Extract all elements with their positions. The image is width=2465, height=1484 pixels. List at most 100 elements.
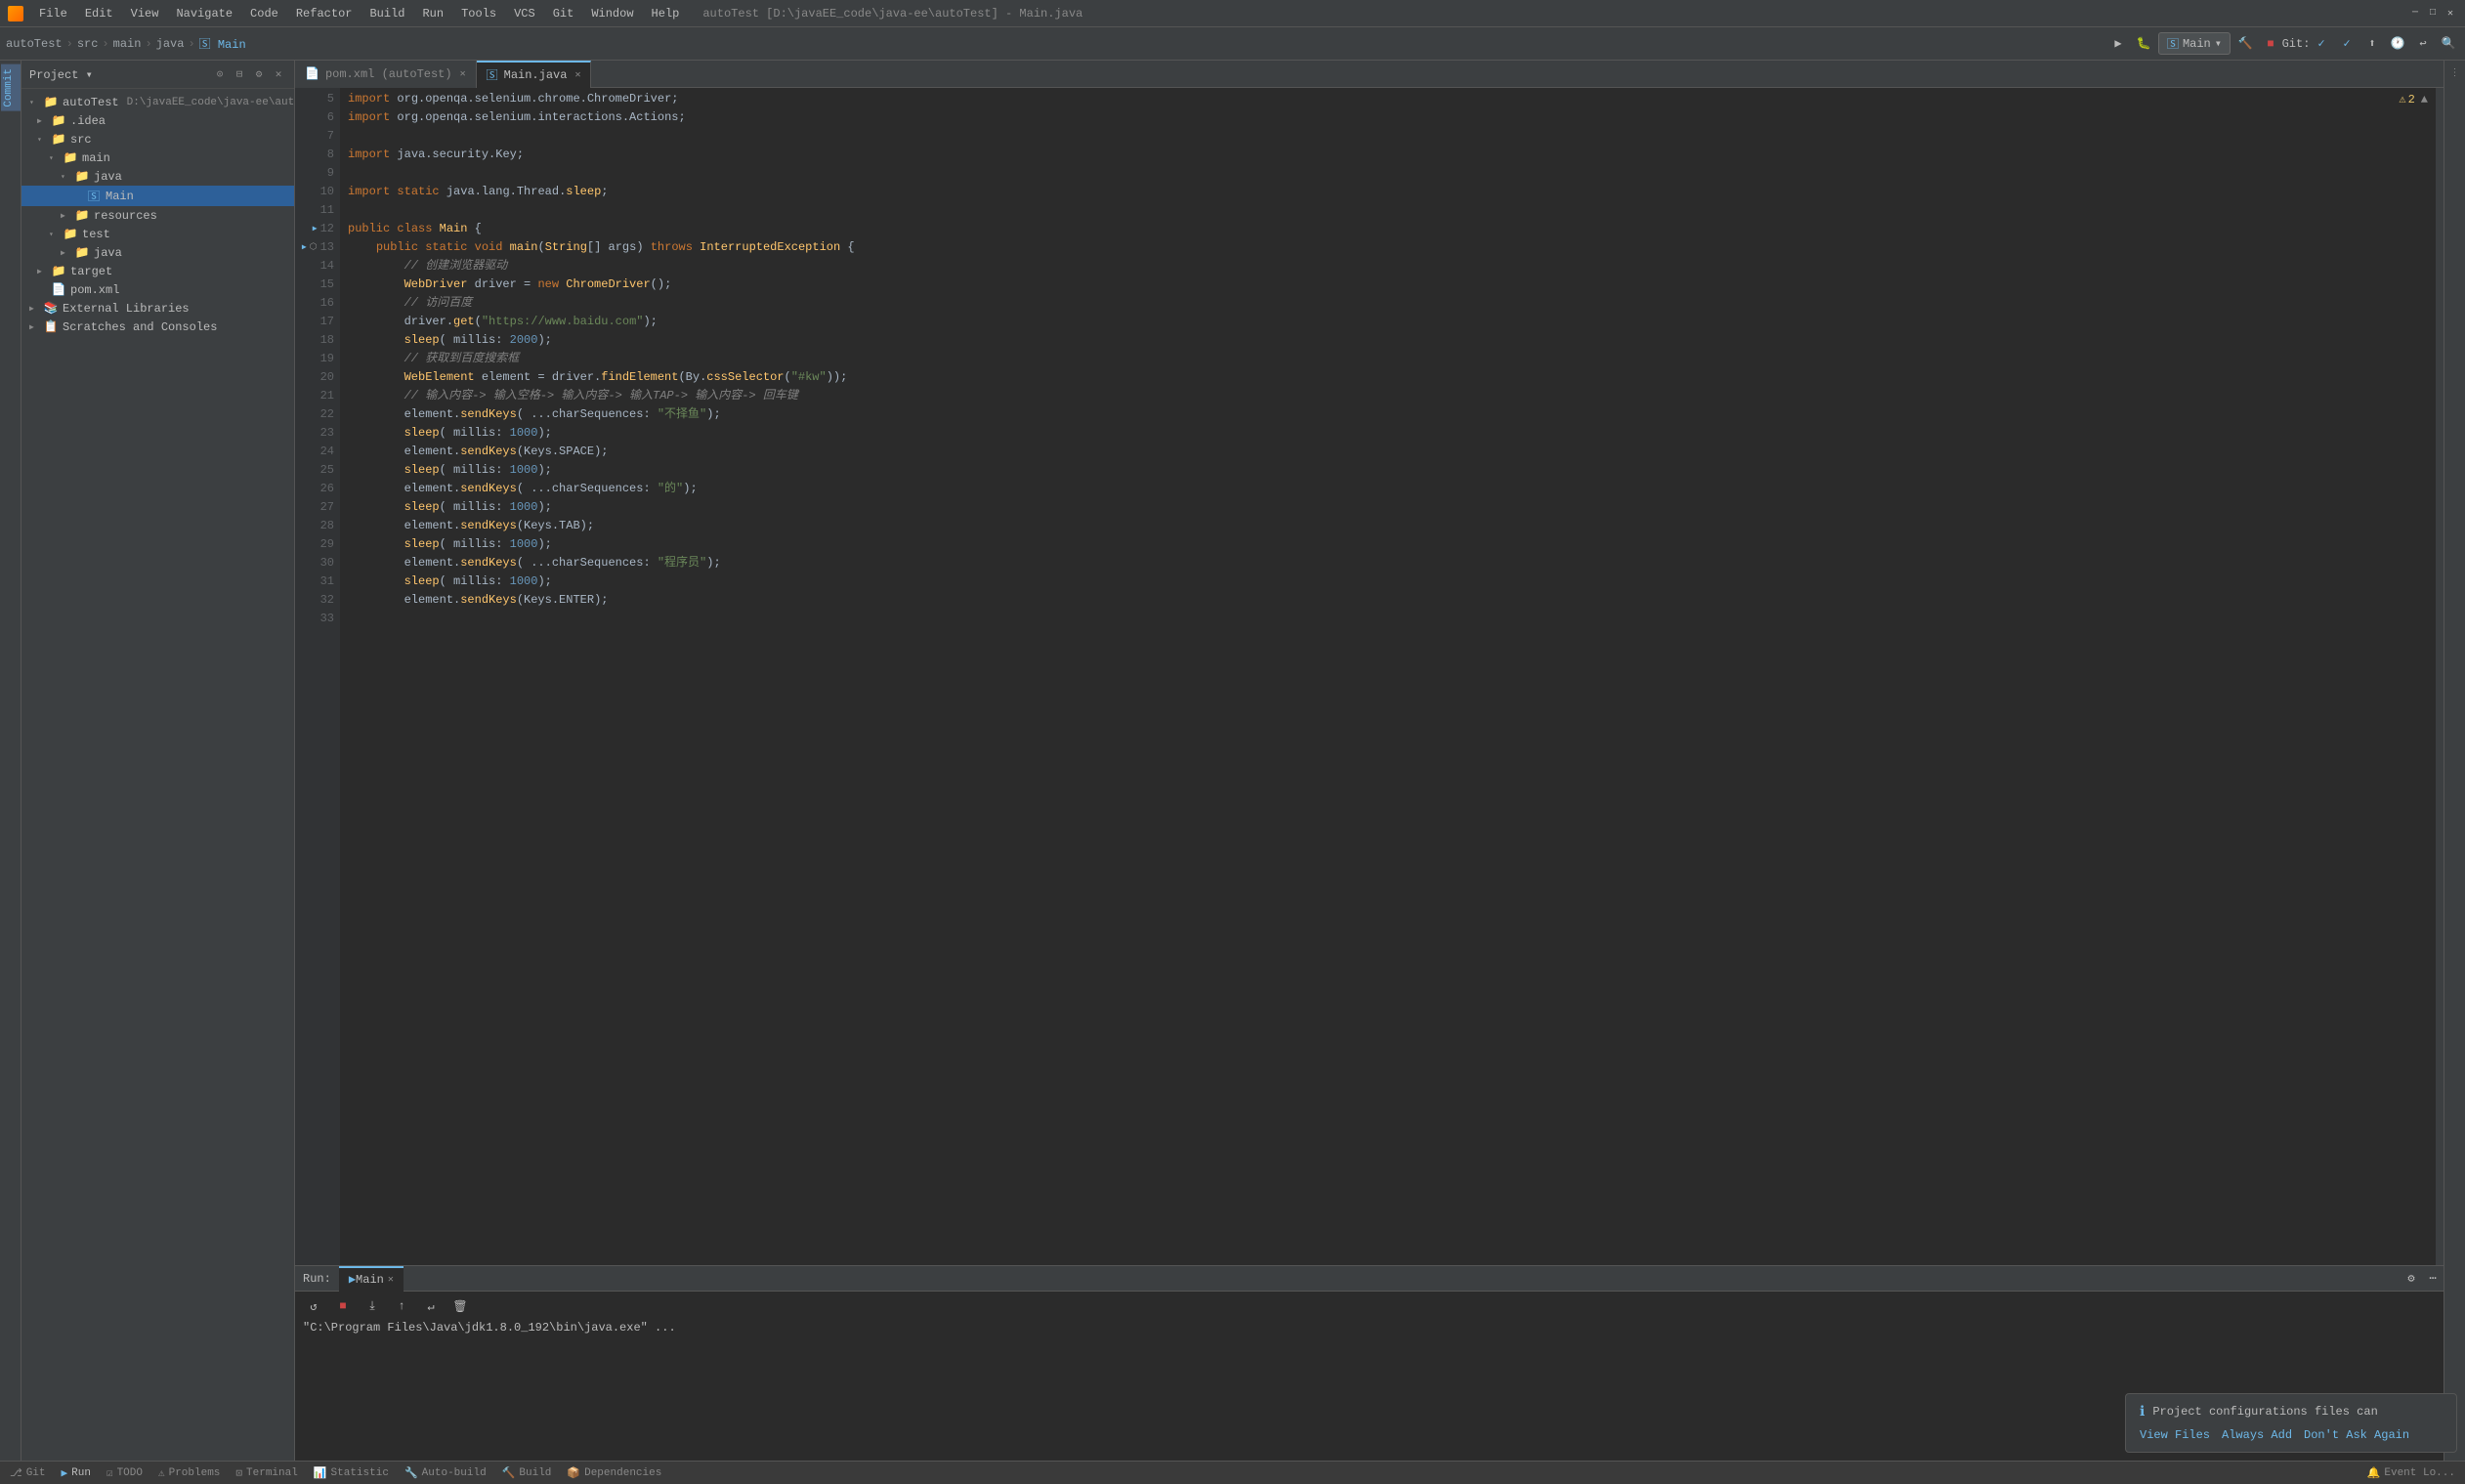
code-content[interactable]: import org.openqa.selenium.chrome.Chrome… [340,88,2436,1265]
right-btn-1[interactable]: ⋮ [2446,64,2464,82]
gutter-20: 20 [301,368,334,387]
notification-always-add[interactable]: Always Add [2222,1428,2292,1442]
git-history-button[interactable]: 🕐 [2387,33,2408,55]
notification-dont-ask[interactable]: Don't Ask Again [2304,1428,2409,1442]
menu-refactor[interactable]: Refactor [288,5,361,22]
code-line-15: WebDriver driver = new ChromeDriver(); [348,276,2428,294]
run-toolbar: ↺ ■ ⤓ ↑ ↵ 🗑 [303,1295,2436,1317]
breadcrumb-java[interactable]: java [156,37,185,51]
breadcrumb-project[interactable]: autoTest [6,37,63,51]
status-terminal[interactable]: ⊡ Terminal [232,1466,301,1480]
debug-button[interactable]: 🐛 [2133,33,2154,55]
git-push-button[interactable]: ⬆ [2361,33,2383,55]
menu-bar[interactable]: File Edit View Navigate Code Refactor Bu… [31,5,687,22]
menu-view[interactable]: View [123,5,167,22]
window-controls[interactable]: ─ □ ✕ [2408,7,2457,21]
run-panel-more[interactable]: ⋯ [2422,1268,2444,1290]
tab-close-mainjava[interactable]: ✕ [574,69,580,81]
code-line-26: element.sendKeys( ...charSequences: "的")… [348,480,2428,498]
breadcrumb-main[interactable]: main [113,37,142,51]
status-git[interactable]: ⎇ Git [6,1466,50,1480]
run-tab-close[interactable]: ✕ [388,1274,394,1286]
gutter-32: 32 [301,591,334,610]
status-dependencies[interactable]: 📦 Dependencies [563,1466,665,1480]
tree-item-mainjava[interactable]: 🅂 Main [21,186,294,206]
status-event-log[interactable]: 🔔 Event Lo... [2363,1466,2459,1480]
breadcrumb: autoTest › src › main › java › 🅂 Main [6,35,246,52]
status-statistic[interactable]: 📊 Statistic [310,1466,393,1480]
tab-mainjava[interactable]: 🅂 Main.java ✕ [477,61,592,88]
run-config-dropdown-icon[interactable]: ▾ [2215,36,2222,51]
menu-code[interactable]: Code [242,5,286,22]
commit-tab[interactable]: Commit [1,64,21,111]
tree-item-src[interactable]: ▾ 📁 src [21,130,294,148]
scroll-up-icon[interactable]: ▲ [2421,93,2428,106]
status-problems[interactable]: ⚠ Problems [154,1466,224,1480]
stop-button[interactable]: ■ [2260,33,2281,55]
close-button[interactable]: ✕ [2444,7,2457,21]
build-button[interactable]: 🔨 [2234,33,2256,55]
run-stop-btn[interactable]: ■ [332,1295,354,1317]
code-line-11 [348,201,2428,220]
warning-count: 2 [2408,93,2415,106]
menu-run[interactable]: Run [414,5,451,22]
run-scroll-up[interactable]: ↑ [391,1295,412,1317]
run-panel-settings[interactable]: ⚙ [2401,1268,2422,1290]
code-line-8: import java.security.Key; [348,146,2428,164]
deps-icon: 📦 [567,1466,580,1480]
menu-git[interactable]: Git [545,5,582,22]
menu-navigate[interactable]: Navigate [168,5,240,22]
code-line-27: sleep( millis: 1000); [348,498,2428,517]
tree-item-idea[interactable]: ▶ 📁 .idea [21,111,294,130]
tree-item-target[interactable]: ▶ 📁 target [21,262,294,280]
editor-scrollbar[interactable] [2436,88,2444,1265]
menu-tools[interactable]: Tools [453,5,504,22]
status-todo[interactable]: ☑ TODO [103,1466,147,1480]
menu-help[interactable]: Help [644,5,688,22]
tab-pomxml[interactable]: 📄 pom.xml (autoTest) ✕ [295,61,477,88]
bottom-tab-bar: Run: ▶ Main ✕ ⚙ ⋯ [295,1266,2444,1292]
search-everywhere-button[interactable]: 🔍 [2438,33,2459,55]
locate-icon[interactable]: ⊙ [212,66,228,82]
notification-view-files[interactable]: View Files [2140,1428,2210,1442]
git-check-button[interactable]: ✓ [2311,33,2332,55]
run-soft-wrap[interactable]: ↵ [420,1295,442,1317]
tree-item-main[interactable]: ▾ 📁 main [21,148,294,167]
run-clear[interactable]: 🗑 [449,1295,471,1317]
git-check2-button[interactable]: ✓ [2336,33,2358,55]
tree-item-resources[interactable]: ▶ 📁 resources [21,206,294,225]
close-sidebar-icon[interactable]: ✕ [271,66,286,82]
tree-item-autotest[interactable]: ▾ 📁 autoTest D:\javaEE_code\java-ee\auto… [21,93,294,111]
git-revert-button[interactable]: ↩ [2412,33,2434,55]
collapse-all-icon[interactable]: ⊟ [232,66,247,82]
code-editor[interactable]: ⚠ 2 ▲ 5 6 7 8 9 10 11 ▶12 ▶⬡13 14 15 16 [295,88,2444,1265]
status-autobuild[interactable]: 🔧 Auto-build [401,1466,490,1480]
gutter-31: 31 [301,572,334,591]
tree-item-java2[interactable]: ▶ 📁 java [21,243,294,262]
run-config-selector[interactable]: 🅂 Main ▾ [2158,32,2231,55]
menu-build[interactable]: Build [361,5,412,22]
tab-close-pomxml[interactable]: ✕ [460,68,466,80]
tab-run-main[interactable]: ▶ Main ✕ [339,1266,404,1292]
tree-item-scratches[interactable]: ▶ 📋 Scratches and Consoles [21,318,294,336]
tab-icon-mainjava: 🅂 [487,66,498,83]
settings-icon[interactable]: ⚙ [251,66,267,82]
status-bar: ⎇ Git ▶ Run ☑ TODO ⚠ Problems ⊡ Terminal… [0,1461,2465,1484]
run-button[interactable]: ▶ [2107,33,2129,55]
tree-item-pomxml[interactable]: 📄 pom.xml [21,280,294,299]
tree-item-test[interactable]: ▾ 📁 test [21,225,294,243]
run-restart-btn[interactable]: ↺ [303,1295,324,1317]
tree-item-java[interactable]: ▾ 📁 java [21,167,294,186]
maximize-button[interactable]: □ [2426,7,2440,21]
tree-item-extlib[interactable]: ▶ 📚 External Libraries [21,299,294,318]
status-run[interactable]: ▶ Run [58,1466,95,1480]
breadcrumb-file[interactable]: 🅂 Main [199,35,246,52]
run-scroll-to-end[interactable]: ⤓ [361,1295,383,1317]
menu-edit[interactable]: Edit [77,5,121,22]
breadcrumb-src[interactable]: src [77,37,99,51]
minimize-button[interactable]: ─ [2408,7,2422,21]
menu-vcs[interactable]: VCS [506,5,543,22]
menu-window[interactable]: Window [583,5,641,22]
status-build[interactable]: 🔨 Build [498,1466,556,1480]
menu-file[interactable]: File [31,5,75,22]
